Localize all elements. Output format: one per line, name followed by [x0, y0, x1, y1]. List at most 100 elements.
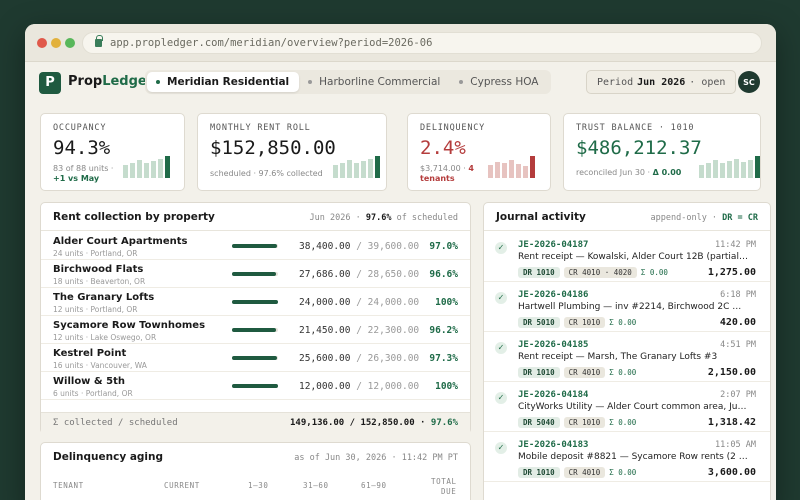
- sparkline-bar: [509, 160, 514, 178]
- period-selector[interactable]: Period Jun 2026 · open: [586, 70, 737, 94]
- entry-accounts: DR 1010 CR 4010 Σ 0.00: [518, 467, 636, 478]
- kpi-subtext: 83 of 88 units ·: [53, 164, 114, 173]
- entry-id[interactable]: JE-2026-04184: [518, 390, 588, 400]
- kpi-label: MONTHLY RENT ROLL: [210, 123, 311, 133]
- lock-icon: [95, 35, 103, 47]
- amount-scheduled: 22,300.00: [367, 325, 420, 336]
- trust-reconciled: reconciled Jun 30 ·: [576, 168, 651, 177]
- portfolio-tabs: Meridian Residential Harborline Commerci…: [145, 70, 551, 94]
- entry-amount: 1,318.42: [707, 417, 756, 428]
- journal-entry[interactable]: ✓ JE-2026-04184 2:07 PM CityWorks Utility —…: [484, 382, 770, 432]
- sparkline-bar: [734, 159, 739, 178]
- entry-amount: 2,150.00: [707, 367, 756, 378]
- col-tenant[interactable]: TENANT: [53, 481, 84, 490]
- sparkline-bar: [523, 165, 528, 178]
- panel-meta: as of Jun 30, 2026 · 11:42 PM PT: [294, 453, 458, 463]
- col-due[interactable]: DUE: [441, 487, 456, 496]
- amount-collected-scheduled: 21,450.00 / 22,300.00: [299, 325, 419, 336]
- tab-harborline-commercial[interactable]: Harborline Commercial: [299, 72, 450, 92]
- amount-scheduled: 12,000.00: [367, 381, 420, 392]
- browser-chrome: app.propledger.com/meridian/overview?per…: [25, 24, 776, 62]
- amount-collected-scheduled: 12,000.00 / 12,000.00: [299, 381, 419, 392]
- entry-amount: 3,600.00: [707, 467, 756, 478]
- credit-tag: CR 1010: [563, 317, 606, 328]
- minimize-dot[interactable]: [51, 38, 61, 48]
- entry-accounts: DR 1010 CR 4010 Σ 0.00: [518, 367, 636, 378]
- property-name[interactable]: Willow & 5th: [53, 376, 125, 387]
- footer-label: Σ collected / scheduled: [53, 418, 178, 428]
- property-name[interactable]: The Granary Lofts: [53, 292, 154, 303]
- kpi-value: $486,212.37: [576, 137, 702, 159]
- sparkline-bar: [165, 156, 170, 178]
- amount-scheduled: 28,650.00: [367, 269, 420, 280]
- period-value: Jun 2026: [637, 76, 686, 88]
- table-row[interactable]: Sycamore Row Townhomes 12 units · Lake Os…: [41, 316, 470, 344]
- address-bar[interactable]: app.propledger.com/meridian/overview?per…: [82, 32, 762, 54]
- collection-progress: [232, 300, 278, 304]
- journal-entry[interactable]: ✓ JE-2026-04183 11:05 AM Mobile deposit #88…: [484, 432, 770, 482]
- property-name[interactable]: Kestrel Point: [53, 348, 126, 359]
- check-icon: ✓: [495, 392, 507, 404]
- tab-cypress-hoa[interactable]: Cypress HOA: [450, 72, 548, 92]
- property-name[interactable]: Birchwood Flats: [53, 264, 143, 275]
- journal-entry[interactable]: ✓ JE-2026-04187 11:42 PM Rent receipt — Kow…: [484, 232, 770, 282]
- journal-entry[interactable]: ✓ JE-2026-04185 4:51 PM Rent receipt — Mars…: [484, 332, 770, 382]
- avatar[interactable]: SC: [738, 71, 760, 93]
- credit-tag: CR 4010: [563, 467, 606, 478]
- check-icon: ✓: [495, 292, 507, 304]
- table-row[interactable]: Birchwood Flats 18 units · Beaverton, OR 2…: [41, 260, 470, 288]
- collection-progress: [232, 384, 278, 388]
- amount-collected-scheduled: 25,600.00 / 26,300.00: [299, 353, 419, 364]
- table-row[interactable]: Willow & 5th 6 units · Portland, OR 12,000…: [41, 372, 470, 400]
- entry-id[interactable]: JE-2026-04187: [518, 240, 588, 250]
- close-dot[interactable]: [37, 38, 47, 48]
- table-row[interactable]: Alder Court Apartments 24 units · Portlan…: [41, 232, 470, 260]
- table-row[interactable]: The Granary Lofts 12 units · Portland, OR…: [41, 288, 470, 316]
- property-name[interactable]: Sycamore Row Townhomes: [53, 320, 205, 331]
- sparkline-bar: [123, 164, 128, 178]
- entry-id[interactable]: JE-2026-04186: [518, 290, 588, 300]
- amount-collected: 27,686.00: [299, 269, 351, 280]
- col-total[interactable]: TOTAL: [431, 477, 457, 486]
- amount-collected-scheduled: 27,686.00 / 28,650.00: [299, 269, 419, 280]
- balance-check: Σ 0.00: [609, 418, 637, 427]
- journal-entry[interactable]: ✓ JE-2026-04186 6:18 PM Hartwell Plumbing —…: [484, 282, 770, 332]
- collection-pct: 100%: [435, 297, 458, 308]
- entry-id[interactable]: JE-2026-04185: [518, 340, 588, 350]
- amount-collected-scheduled: 38,400.00 / 39,600.00: [299, 241, 419, 252]
- col-1-30[interactable]: 1–30: [248, 481, 268, 490]
- sparkline-bar: [748, 159, 753, 178]
- sparkline-bar: [741, 162, 746, 178]
- col-31-60[interactable]: 31–60: [303, 481, 329, 490]
- property-meta: 12 units · Portland, OR: [53, 305, 138, 314]
- maximize-dot[interactable]: [65, 38, 75, 48]
- property-name[interactable]: Alder Court Apartments: [53, 236, 187, 247]
- amount-collected: 12,000.00: [299, 381, 351, 392]
- entry-id[interactable]: JE-2026-04183: [518, 440, 588, 450]
- tab-meridian-residential[interactable]: Meridian Residential: [147, 72, 300, 92]
- sparkline-bar: [361, 161, 366, 178]
- amount-separator: /: [350, 269, 368, 280]
- balance-check: Σ 0.00: [640, 268, 668, 277]
- sparkline-bar: [713, 160, 718, 178]
- collection-progress: [232, 356, 278, 360]
- logo-icon: P: [39, 72, 61, 94]
- kpi-subtext-2: tenants: [420, 174, 455, 183]
- entry-description: Rent receipt — Marsh, The Granary Lofts …: [518, 352, 718, 362]
- col-61-90[interactable]: 61–90: [361, 481, 387, 490]
- debit-tag: DR 5040: [518, 417, 560, 428]
- kpi-label: DELINQUENCY: [420, 123, 486, 133]
- entry-amount: 1,275.00: [707, 267, 756, 278]
- table-row[interactable]: Kestrel Point 16 units · Vancouver, WA 25,…: [41, 344, 470, 372]
- amount-collected: 25,600.00: [299, 353, 351, 364]
- col-current[interactable]: CURRENT: [164, 481, 200, 490]
- entry-description: CityWorks Utility — Alder Court common a…: [518, 402, 748, 412]
- debit-tag: DR 1010: [518, 267, 560, 278]
- kpi-trust-balance: TRUST BALANCE · 1010 $486,212.37 reconci…: [563, 113, 761, 191]
- balance-check: Σ 0.00: [609, 318, 637, 327]
- kpi-delta: +1 vs May: [53, 174, 100, 183]
- collection-progress: [232, 244, 278, 248]
- delinquency-sparkline: [488, 156, 535, 178]
- amount-collected: 21,450.00: [299, 325, 351, 336]
- panel-meta: Jun 2026 · 97.6% of scheduled: [310, 213, 458, 223]
